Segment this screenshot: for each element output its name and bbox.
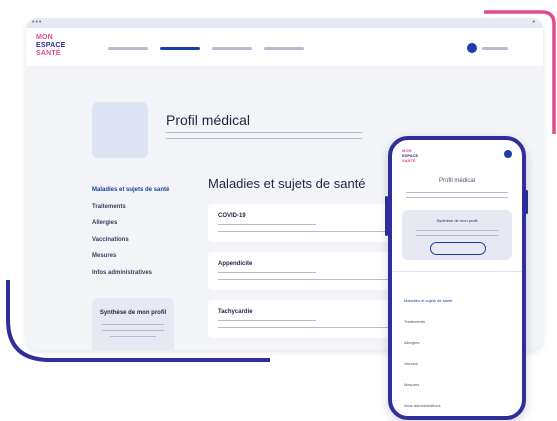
page-title: Profil médical — [166, 112, 251, 128]
mobile-logo[interactable]: MON ESPACE SANTÉ — [402, 148, 424, 164]
condition-card-covid[interactable]: COVID-19 — [208, 204, 408, 242]
window-menu-dot[interactable]: • — [533, 19, 535, 26]
mobile-nav-item-allergies[interactable]: Allergies — [404, 332, 452, 353]
sidebar-nav: Maladies et sujets de santé Traitements … — [92, 182, 169, 281]
mobile-nav-item-traitements[interactable]: Traitements — [404, 311, 452, 332]
mobile-nav: Maladies et sujets de santé Traitements … — [404, 290, 452, 416]
sidebar-item-infos-administratives[interactable]: Infos administratives — [92, 265, 169, 282]
user-name-placeholder[interactable] — [482, 47, 508, 50]
summary-placeholder-line — [102, 330, 164, 331]
mobile-nav-item-vaccins[interactable]: Vaccins — [404, 353, 452, 374]
logo-text-mon: MON — [36, 34, 53, 41]
sidebar-item-traitements[interactable]: Traitements — [92, 199, 169, 216]
condition-label: Tachycardie — [218, 309, 253, 315]
mobile-placeholder-line — [406, 192, 508, 193]
profile-avatar — [92, 102, 148, 158]
section-title: Maladies et sujets de santé — [208, 176, 366, 191]
condition-card-tachycardie[interactable]: Tachycardie — [208, 300, 408, 338]
mobile-summary-title: Synthèse de mon profil — [436, 218, 478, 223]
mobile-page-title: Profil médical — [438, 178, 475, 184]
top-navigation: MON ESPACE SANTÉ — [26, 28, 543, 66]
summary-placeholder-line — [110, 336, 156, 337]
profile-summary-card: Synthèse de mon profil — [92, 298, 174, 350]
card-placeholder-line — [218, 272, 316, 273]
mobile-summary-button[interactable] — [430, 242, 486, 255]
title-placeholder-line — [166, 138, 362, 139]
mobile-nav-item-mesures[interactable]: Mesures — [404, 374, 452, 395]
condition-card-appendicite[interactable]: Appendicite — [208, 252, 408, 290]
card-placeholder-line — [218, 231, 396, 232]
sidebar-item-allergies[interactable]: Allergies — [92, 215, 169, 232]
user-avatar-icon[interactable] — [467, 43, 477, 53]
condition-label: COVID-19 — [218, 213, 246, 219]
window-titlebar: ••• • — [26, 18, 543, 28]
nav-link-2-active[interactable] — [160, 47, 200, 50]
condition-label: Appendicite — [218, 261, 253, 267]
logo-text-espace: ESPACE — [36, 42, 66, 49]
nav-link-1[interactable] — [108, 47, 148, 50]
card-placeholder-line — [218, 320, 316, 321]
logo-text-sante: SANTÉ — [36, 50, 61, 57]
card-placeholder-line — [218, 327, 396, 328]
mon-espace-sante-logo[interactable]: MON ESPACE SANTÉ — [36, 34, 68, 60]
card-placeholder-line — [218, 224, 316, 225]
mobile-phone-mockup: MON ESPACE SANTÉ Profil médical Synthèse… — [388, 136, 526, 420]
nav-links — [108, 47, 304, 50]
card-placeholder-line — [218, 279, 396, 280]
title-placeholder-line — [166, 132, 362, 133]
mobile-logo-text-sante: SANTÉ — [402, 158, 416, 163]
summary-placeholder-line — [102, 324, 164, 325]
mobile-summary-card: Synthèse de mon profil — [402, 210, 512, 260]
sidebar-item-vaccinations[interactable]: Vaccinations — [92, 232, 169, 249]
mobile-placeholder-line — [416, 230, 498, 231]
sidebar-item-maladies[interactable]: Maladies et sujets de santé — [92, 182, 169, 199]
window-controls[interactable]: ••• — [32, 19, 42, 26]
mobile-nav-item-infos-administratives[interactable]: Infos administratives — [404, 395, 452, 416]
mobile-divider — [392, 271, 522, 272]
nav-link-4[interactable] — [264, 47, 304, 50]
mobile-placeholder-line — [416, 235, 498, 236]
nav-link-3[interactable] — [212, 47, 252, 50]
mobile-user-avatar-icon[interactable] — [504, 150, 512, 158]
profile-summary-title: Synthèse de mon profil — [99, 310, 167, 316]
mobile-nav-item-maladies[interactable]: Maladies et sujets de santé — [404, 290, 452, 311]
sidebar-item-mesures[interactable]: Mesures — [92, 248, 169, 265]
mobile-placeholder-line — [406, 197, 508, 198]
